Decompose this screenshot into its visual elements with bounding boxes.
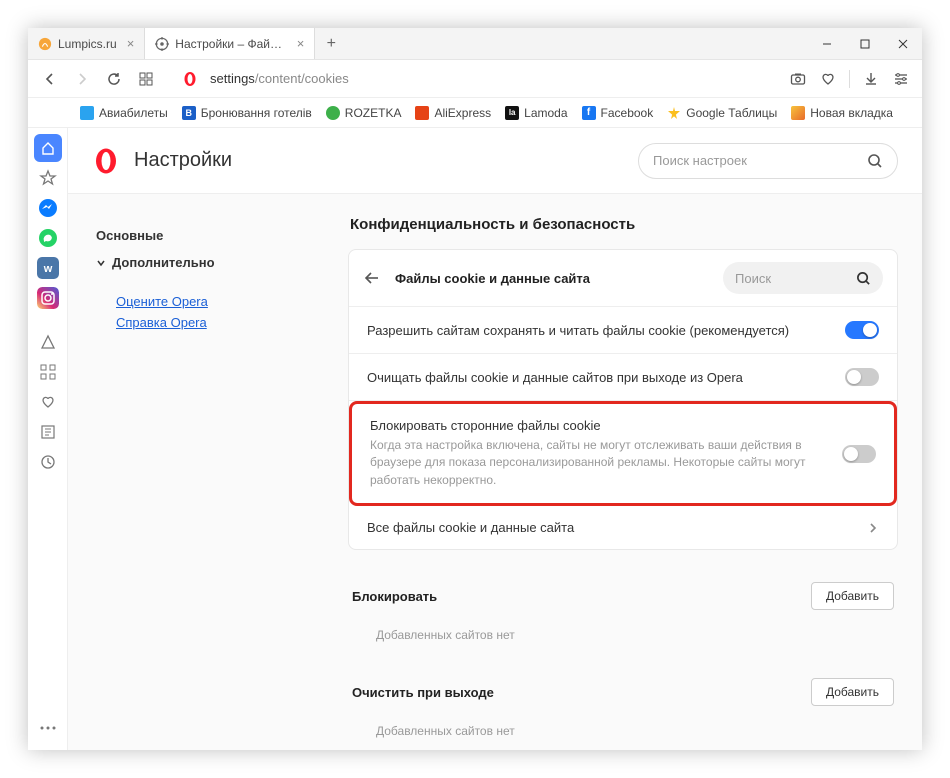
bookmark-item[interactable]: BБронювання готелів	[176, 106, 318, 120]
maximize-button[interactable]	[846, 28, 884, 59]
tab-label: Lumpics.ru	[58, 37, 117, 51]
svg-text:w: w	[42, 263, 52, 275]
rail-instagram-icon[interactable]	[34, 284, 62, 312]
tab-settings[interactable]: Настройки – Файлы cookie ×	[145, 28, 315, 59]
lumpics-favicon	[38, 37, 52, 51]
settings-title: Настройки	[134, 149, 232, 172]
bookmark-icon: B	[182, 106, 196, 120]
rail-whatsapp-icon[interactable]	[34, 224, 62, 252]
back-arrow-icon[interactable]	[363, 269, 381, 287]
row-all-cookies[interactable]: Все файлы cookie и данные сайта	[349, 506, 897, 549]
clear-add-button[interactable]: Добавить	[811, 678, 894, 706]
rail-speeddial-icon[interactable]	[34, 358, 62, 386]
toggle-block-thirdparty[interactable]	[842, 445, 876, 463]
block-add-button[interactable]: Добавить	[811, 582, 894, 610]
bookmark-heart-icon[interactable]	[815, 66, 841, 92]
bookmark-icon	[415, 106, 429, 120]
section-title: Конфиденциальность и безопасность	[348, 216, 898, 233]
easy-setup-icon[interactable]	[888, 66, 914, 92]
close-window-button[interactable]	[884, 28, 922, 59]
bookmark-item[interactable]: fFacebook	[576, 106, 660, 120]
toggle-clear-on-exit[interactable]	[845, 368, 879, 386]
rail-messenger-icon[interactable]	[34, 194, 62, 222]
bookmark-item[interactable]: ROZETKA	[320, 106, 408, 120]
search-icon	[867, 153, 883, 169]
minimize-button[interactable]	[808, 28, 846, 59]
speed-dial-button[interactable]	[132, 65, 160, 93]
cookies-card: Файлы cookie и данные сайта Поиск Разреш…	[348, 249, 898, 550]
nav-rate-link[interactable]: Оцените Opera	[116, 294, 348, 309]
opera-logo-icon	[92, 147, 120, 175]
settings-search-input[interactable]: Поиск настроек	[638, 143, 898, 179]
card-title: Файлы cookie и данные сайта	[395, 271, 590, 286]
nav-forward-button[interactable]	[68, 65, 96, 93]
new-tab-button[interactable]: +	[315, 28, 347, 59]
sidebar-rail: w	[28, 128, 68, 750]
address-bar: settings/content/cookies	[28, 60, 922, 98]
search-icon	[856, 271, 871, 286]
bookmark-icon	[667, 106, 681, 120]
titlebar: Lumpics.ru × Настройки – Файлы cookie × …	[28, 28, 922, 60]
row-clear-on-exit: Очищать файлы cookie и данные сайтов при…	[349, 354, 897, 401]
chevron-down-icon	[96, 258, 106, 268]
tab-label: Настройки – Файлы cookie	[175, 37, 286, 51]
block-section-title: Блокировать	[352, 589, 437, 604]
rail-star-icon[interactable]	[34, 164, 62, 192]
nav-basic[interactable]: Основные	[96, 222, 348, 249]
bookmark-item[interactable]: Google Таблицы	[661, 106, 783, 120]
bookmarks-bar: Авиабилеты BБронювання готелів ROZETKA A…	[28, 98, 922, 128]
gear-favicon	[155, 37, 169, 51]
chevron-right-icon	[867, 522, 879, 534]
toggle-allow-cookies[interactable]	[845, 321, 879, 339]
rail-news-icon[interactable]	[34, 418, 62, 446]
bookmark-icon: f	[582, 106, 596, 120]
bookmark-icon	[791, 106, 805, 120]
bookmark-icon: la	[505, 106, 519, 120]
bookmark-item[interactable]: AliExpress	[409, 106, 497, 120]
reload-button[interactable]	[100, 65, 128, 93]
opera-url-icon	[182, 71, 198, 87]
bookmark-icon	[80, 106, 94, 120]
rail-vk-icon[interactable]: w	[34, 254, 62, 282]
clear-section-title: Очистить при выходе	[352, 685, 494, 700]
tab-lumpics[interactable]: Lumpics.ru ×	[28, 28, 145, 59]
downloads-icon[interactable]	[858, 66, 884, 92]
settings-header: Настройки Поиск настроек	[68, 128, 922, 194]
rail-history-icon[interactable]	[34, 448, 62, 476]
clear-empty-text: Добавленных сайтов нет	[348, 714, 898, 750]
block-empty-text: Добавленных сайтов нет	[348, 618, 898, 660]
row-block-thirdparty: Блокировать сторонние файлы cookie Когда…	[349, 401, 897, 506]
nav-advanced[interactable]: Дополнительно	[96, 249, 348, 276]
settings-nav: Основные Дополнительно Оцените Opera Спр…	[68, 194, 348, 750]
row-allow-cookies: Разрешить сайтам сохранять и читать файл…	[349, 307, 897, 354]
snapshot-icon[interactable]	[785, 66, 811, 92]
settings-content: Конфиденциальность и безопасность Файлы …	[348, 194, 922, 750]
bookmark-item[interactable]: laLamoda	[499, 106, 573, 120]
rail-home-icon[interactable]	[34, 134, 62, 162]
card-search-input[interactable]: Поиск	[723, 262, 883, 294]
bookmark-item[interactable]: Авиабилеты	[74, 106, 174, 120]
bookmark-icon	[326, 106, 340, 120]
close-tab-icon[interactable]: ×	[297, 36, 305, 51]
rail-more-icon[interactable]	[34, 714, 62, 742]
nav-back-button[interactable]	[36, 65, 64, 93]
bookmark-item[interactable]: Новая вкладка	[785, 106, 899, 120]
nav-help-link[interactable]: Справка Opera	[116, 315, 348, 330]
rail-heart-icon[interactable]	[34, 388, 62, 416]
close-tab-icon[interactable]: ×	[127, 36, 135, 51]
rail-flow-icon[interactable]	[34, 328, 62, 356]
url-field[interactable]: settings/content/cookies	[202, 71, 781, 86]
